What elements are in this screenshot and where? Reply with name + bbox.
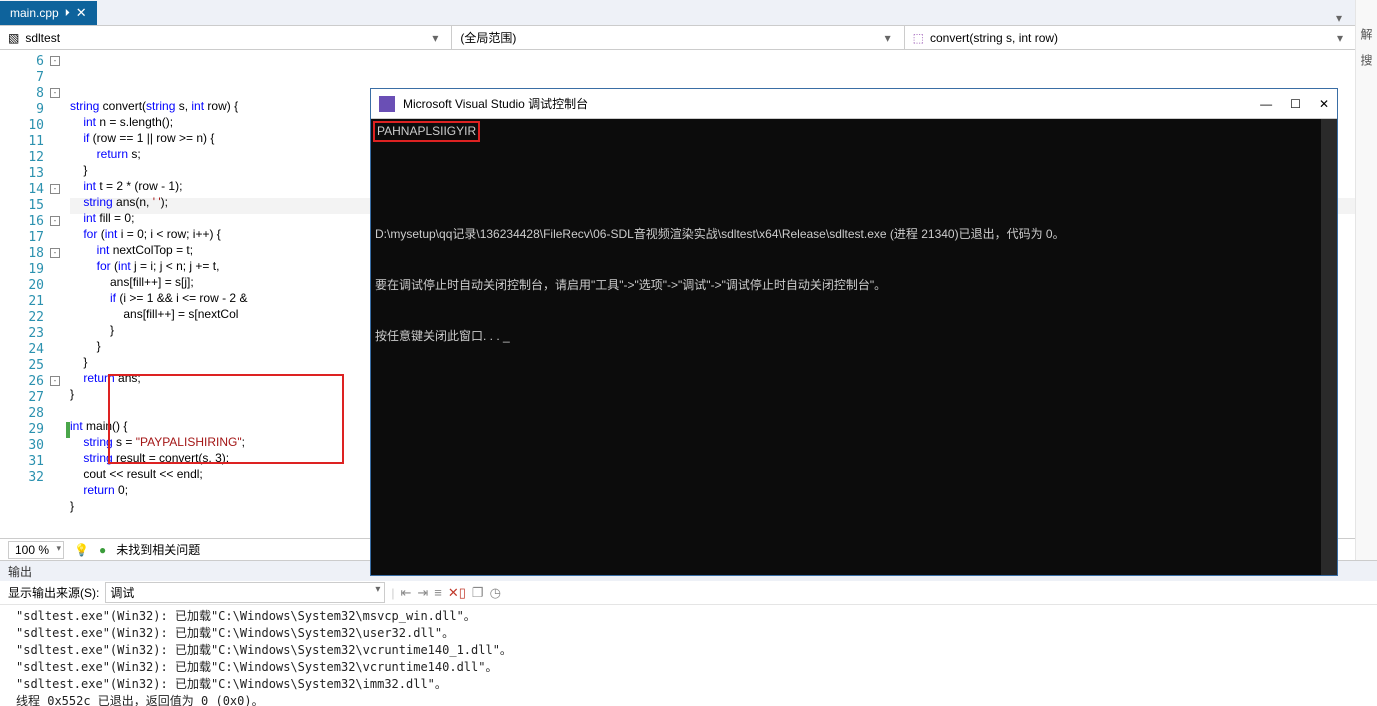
crumb-project[interactable]: ▧ sdltest ▾: [0, 26, 452, 49]
tab-label: main.cpp: [10, 6, 59, 20]
line-gutter: 6-78-91011121314-1516-1718-1920212223242…: [0, 50, 70, 560]
output-panel: 输出 显示输出来源(S): 调试 | ⇤ ⇥ ≡ ✕▯ ❐ ◷ "sdltest…: [0, 560, 1377, 706]
output-source-label: 显示输出来源(S):: [8, 584, 99, 601]
crumb-project-label: sdltest: [25, 31, 60, 45]
crumb-member-label: convert(string s, int row): [930, 31, 1058, 45]
document-tabs: main.cpp ⏵ ✕ ▾ ⚙: [0, 0, 1377, 26]
output-text[interactable]: "sdltest.exe"(Win32): 已加载"C:\Windows\Sys…: [0, 605, 1377, 706]
indent-left-icon[interactable]: ⇤: [400, 585, 411, 601]
output-source-select[interactable]: 调试: [105, 582, 385, 603]
crumb-member[interactable]: ⬚ convert(string s, int row) ▾: [905, 26, 1357, 49]
side-tab-solution[interactable]: 解: [1358, 28, 1375, 40]
console-output[interactable]: PAHNAPLSIIGYIR D:\mysetup\qq记录\136234428…: [371, 119, 1337, 381]
console-title-text: Microsoft Visual Studio 调试控制台: [403, 95, 588, 112]
zoom-value: 100 %: [15, 543, 49, 557]
cube-icon: ⬚: [913, 31, 924, 45]
maximize-icon[interactable]: ☐: [1290, 97, 1301, 111]
crumb-scope[interactable]: (全局范围) ▾: [452, 26, 904, 49]
tab-main-cpp[interactable]: main.cpp ⏵ ✕: [0, 1, 97, 25]
clear-icon[interactable]: ✕▯: [448, 585, 466, 601]
lightbulb-icon[interactable]: 💡: [74, 543, 89, 557]
debug-console-window[interactable]: Microsoft Visual Studio 调试控制台 — ☐ ✕ PAHN…: [370, 88, 1338, 576]
project-icon: ▧: [8, 31, 19, 45]
console-result: PAHNAPLSIIGYIR: [377, 124, 476, 138]
clock-icon[interactable]: ◷: [490, 585, 501, 601]
console-titlebar[interactable]: Microsoft Visual Studio 调试控制台 — ☐ ✕: [371, 89, 1337, 119]
console-scrollbar[interactable]: [1321, 119, 1337, 575]
pin-icon[interactable]: ⏵: [65, 8, 70, 19]
copy-icon[interactable]: ❐: [472, 585, 484, 601]
issues-text: 未找到相关问题: [116, 541, 200, 558]
output-source-value: 调试: [110, 586, 134, 600]
change-marker: [66, 422, 70, 438]
close-icon[interactable]: ✕: [76, 5, 87, 21]
indent-right-icon[interactable]: ⇥: [417, 585, 428, 601]
console-line: 按任意键关闭此窗口. . . _: [375, 328, 1333, 345]
crumb-scope-label: (全局范围): [460, 29, 516, 46]
dropdown-icon[interactable]: ▾: [1331, 11, 1347, 25]
word-wrap-icon[interactable]: ≡: [434, 585, 442, 600]
output-toolbar: 显示输出来源(S): 调试 | ⇤ ⇥ ≡ ✕▯ ❐ ◷: [0, 581, 1377, 605]
chevron-down-icon[interactable]: ▾: [427, 31, 443, 45]
annotation-box-output: PAHNAPLSIIGYIR: [373, 121, 480, 142]
side-toolstrip: 解 搜: [1355, 0, 1377, 560]
console-line: D:\mysetup\qq记录\136234428\FileRecv\06-SD…: [375, 226, 1333, 243]
chevron-down-icon[interactable]: ▾: [880, 31, 896, 45]
breadcrumb: ▧ sdltest ▾ (全局范围) ▾ ⬚ convert(string s,…: [0, 26, 1377, 50]
chevron-down-icon[interactable]: ▾: [1332, 31, 1348, 45]
window-controls: — ☐ ✕: [1260, 97, 1329, 111]
zoom-select[interactable]: 100 %: [8, 541, 64, 559]
console-app-icon: [379, 96, 395, 112]
side-tab-search[interactable]: 搜: [1358, 54, 1375, 66]
close-icon[interactable]: ✕: [1319, 97, 1329, 111]
minimize-icon[interactable]: —: [1260, 97, 1272, 111]
check-icon: ●: [99, 543, 106, 557]
console-line: 要在调试停止时自动关闭控制台，请启用"工具"->"选项"->"调试"->"调试停…: [375, 277, 1333, 294]
